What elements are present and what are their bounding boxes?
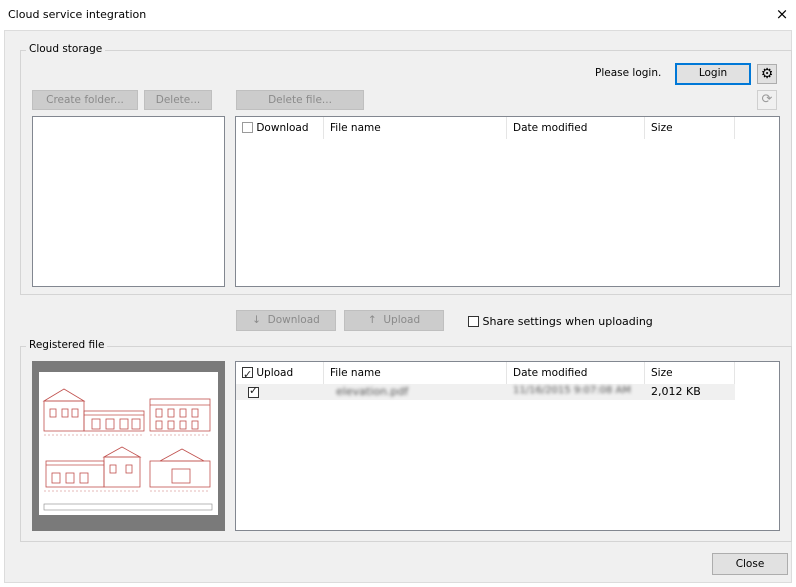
column-header-date-modified[interactable]: Date modified [507, 117, 645, 139]
login-button[interactable]: Login [675, 63, 751, 85]
share-settings-option[interactable]: Share settings when uploading [468, 315, 653, 328]
refresh-button[interactable]: ⟳ [757, 90, 777, 110]
close-button[interactable]: Close [712, 553, 788, 575]
row-date-modified: 11/16/2015 9:07:08 AM [513, 385, 632, 396]
create-folder-button[interactable]: Create folder... [32, 90, 138, 110]
upload-row-checkbox[interactable] [248, 384, 259, 398]
download-arrow-icon: ↓ [252, 314, 261, 326]
registered-file-label: Registered file [26, 339, 108, 351]
column-header-download[interactable]: Download [236, 117, 324, 139]
column-header-date-modified[interactable]: Date modified [507, 362, 645, 384]
login-status: Please login. [595, 67, 662, 79]
window-close-icon[interactable]: × [772, 5, 792, 25]
row-file-name: elevation.pdf [336, 385, 409, 398]
select-all-download-checkbox[interactable] [242, 122, 253, 133]
folder-tree[interactable] [32, 116, 225, 287]
delete-file-button[interactable]: Delete file... [236, 90, 364, 110]
column-header-file-name[interactable]: File name [324, 362, 507, 384]
row-size: 2,012 KB [651, 385, 701, 398]
share-settings-label: Share settings when uploading [482, 315, 653, 328]
download-button[interactable]: ↓ Download [236, 310, 336, 331]
file-preview [32, 361, 225, 531]
column-header-size[interactable]: Size [645, 117, 735, 139]
gear-icon: ⚙ [760, 66, 774, 82]
drawing-preview-image [39, 372, 218, 515]
cloud-file-list[interactable]: Download File name Date modified Size [235, 116, 780, 287]
registered-file-list[interactable]: Upload File name Date modified Size elev… [235, 361, 780, 531]
share-settings-checkbox[interactable] [468, 316, 479, 327]
upload-button[interactable]: ↑ Upload [344, 310, 444, 331]
upload-arrow-icon: ↑ [367, 314, 377, 326]
column-header-file-name[interactable]: File name [324, 117, 507, 139]
refresh-icon: ⟳ [761, 92, 773, 107]
delete-folder-button[interactable]: Delete... [144, 90, 212, 110]
select-all-upload-checkbox[interactable] [242, 364, 253, 386]
cloud-storage-label: Cloud storage [26, 43, 106, 55]
column-header-size[interactable]: Size [645, 362, 735, 384]
window-title: Cloud service integration [8, 8, 147, 21]
table-row[interactable]: elevation.pdf 11/16/2015 9:07:08 AM 2,01… [236, 384, 735, 400]
column-header-upload[interactable]: Upload [236, 362, 324, 386]
settings-button[interactable]: ⚙ [757, 64, 777, 84]
